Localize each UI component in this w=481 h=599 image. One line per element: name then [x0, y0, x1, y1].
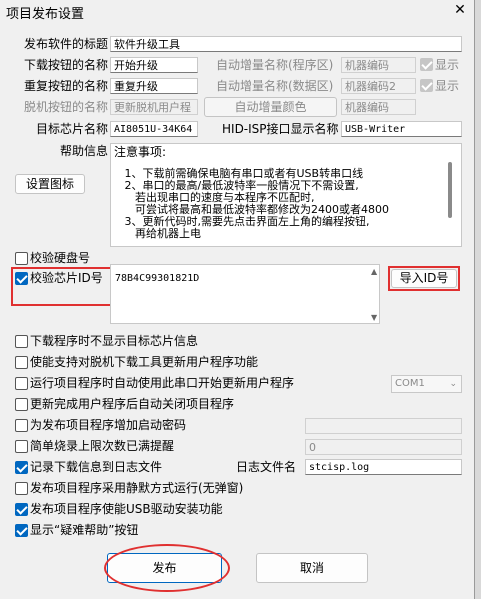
show-data-label: 显示 [435, 79, 460, 93]
auto-increment-program-label: 自动增量名称(程序区) [216, 58, 334, 72]
help-info-label: 帮助信息 [59, 144, 108, 158]
auto-increment-data-label: 自动增量名称(数据区) [216, 79, 334, 93]
help-scrollbar[interactable] [448, 162, 452, 218]
download-button-name-input[interactable]: 开始升级 [110, 57, 198, 73]
auto-increment-program-input: 机器编码 [341, 57, 416, 73]
publish-title-label: 发布软件的标题 [23, 37, 108, 51]
log-file-label: 日志文件名 [236, 460, 297, 474]
option-label: 使能支持对脱机下载工具更新用户程序功能 [30, 355, 259, 369]
option-checkbox[interactable] [15, 419, 28, 432]
set-icon-button[interactable]: 设置图标 [15, 174, 85, 194]
option-label: 运行项目程序时自动使用此串口开始更新用户程序 [30, 376, 295, 390]
log-file-input[interactable]: stcisp.log [305, 459, 462, 475]
burn-limit-input: 0 [305, 439, 462, 455]
reset-button-name-input[interactable]: 重复升级 [110, 78, 198, 94]
target-chip-label: 目标芯片名称 [35, 122, 108, 136]
option-checkbox[interactable] [15, 377, 28, 390]
project-publish-dialog: 项目发布设置 ✕ 发布软件的标题 软件升级工具 下载按钮的名称 开始升级 自动增… [0, 0, 475, 599]
target-chip-input[interactable]: AI8051U-34K64 [110, 121, 198, 137]
option-checkbox[interactable] [15, 356, 28, 369]
help-line: 再给机器上电 [114, 227, 201, 240]
startup-password-input [305, 418, 462, 434]
chip-id-value: 78B4C99301821D [115, 273, 200, 284]
chevron-down-icon: ⌄ [449, 379, 457, 389]
auto-increment-data-input: 机器编码2 [341, 78, 416, 94]
option-checkbox[interactable] [15, 440, 28, 453]
publish-title-input[interactable]: 软件升级工具 [110, 36, 462, 52]
scroll-down-icon[interactable]: ▼ [371, 313, 377, 322]
chip-id-textarea[interactable]: 78B4C99301821D ▲ ▼ [110, 264, 380, 324]
show-data-checkbox [420, 79, 433, 92]
reset-button-name-label: 重复按钮的名称 [23, 79, 108, 93]
verify-disk-label: 校验硬盘号 [30, 251, 91, 265]
option-checkbox[interactable] [15, 482, 28, 495]
option-label: 下载程序时不显示目标芯片信息 [30, 334, 199, 348]
window-title: 项目发布设置 [6, 7, 85, 22]
com-port-select: COM1 ⌄ [391, 375, 462, 393]
hid-isp-name-input[interactable]: USB-Writer [341, 121, 462, 137]
option-label: 显示“疑难帮助”按钮 [30, 523, 139, 537]
help-info-textarea[interactable]: 注意事项: 1、下载前需确保电脑有串口或者有USB转串口线 2、串口的最高/最低… [110, 143, 462, 247]
option-checkbox[interactable] [15, 524, 28, 537]
cancel-button[interactable]: 取消 [256, 553, 368, 583]
option-checkbox[interactable] [15, 398, 28, 411]
option-label: 发布项目程序使能USB驱动安装功能 [30, 502, 223, 516]
option-checkbox[interactable] [15, 461, 28, 474]
option-label: 发布项目程序采用静默方式运行(无弹窗) [30, 481, 244, 495]
show-program-checkbox [420, 58, 433, 71]
verify-chip-id-label: 校验芯片ID号 [30, 271, 103, 285]
auto-increment-color-input: 机器编码 [341, 99, 416, 115]
scroll-up-icon[interactable]: ▲ [371, 267, 377, 276]
help-line: 注意事项: [114, 145, 167, 159]
option-checkbox[interactable] [15, 503, 28, 516]
option-label: 简单烧录上限次数已满提醒 [30, 439, 175, 453]
download-button-name-label: 下载按钮的名称 [23, 58, 108, 72]
highlight-annotation [104, 544, 230, 592]
com-port-value: COM1 [395, 378, 425, 389]
auto-increment-color-button: 自动增量颜色 [204, 97, 337, 117]
verify-chip-id-checkbox[interactable] [15, 272, 28, 285]
title-bar: 项目发布设置 ✕ [0, 0, 474, 24]
show-program-label: 显示 [435, 58, 460, 72]
hid-isp-name-label: HID-ISP接口显示名称 [222, 122, 339, 136]
option-label: 记录下载信息到日志文件 [30, 460, 163, 474]
option-label: 为发布项目程序增加启动密码 [30, 418, 187, 432]
import-id-button[interactable]: 导入ID号 [391, 269, 457, 288]
offline-button-name-input: 更新脱机用户程 [110, 99, 198, 115]
offline-button-name-label: 脱机按钮的名称 [23, 100, 108, 114]
option-label: 更新完成用户程序后自动关闭项目程序 [30, 397, 235, 411]
option-checkbox[interactable] [15, 335, 28, 348]
close-icon[interactable]: ✕ [452, 2, 468, 18]
verify-disk-checkbox[interactable] [15, 252, 28, 265]
